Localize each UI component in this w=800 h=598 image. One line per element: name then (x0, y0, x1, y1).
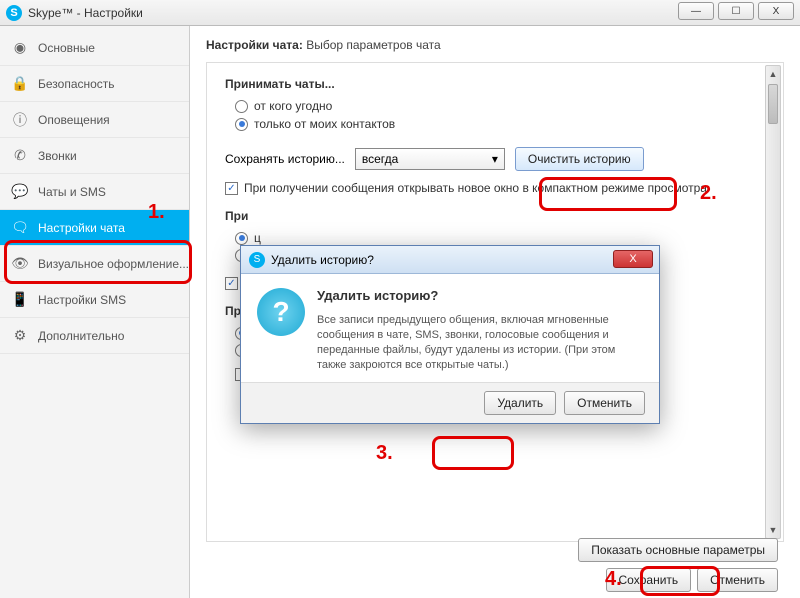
checkbox-icon[interactable] (225, 277, 238, 290)
sidebar-item-calls[interactable]: ✆ Звонки (0, 138, 189, 174)
sidebar-item-notifications[interactable]: ⓘ Оповещения (0, 102, 189, 138)
chat-icon: 💬 (12, 184, 28, 200)
skype-logo-icon: S (6, 5, 22, 21)
sidebar-item-label: Визуальное оформление... (38, 257, 189, 271)
checkbox-icon[interactable] (225, 182, 238, 195)
confirm-delete-dialog: S Удалить историю? X ? Удалить историю? … (240, 245, 660, 424)
compact-mode-label: При получении сообщения открывать новое … (244, 181, 707, 195)
history-dropdown[interactable]: всегда ▾ (355, 148, 505, 170)
radio-icon (235, 232, 248, 245)
scroll-thumb[interactable] (768, 84, 778, 124)
partial-option-1[interactable]: ц (235, 231, 765, 245)
dialog-title: Удалить историю? (271, 253, 374, 267)
title-bar: S Skype™ - Настройки — ☐ X (0, 0, 800, 26)
gear-icon: ⚙ (12, 328, 28, 344)
sidebar-item-label: Оповещения (38, 113, 110, 127)
lock-icon: 🔒 (12, 76, 28, 92)
sidebar: ◉ Основные 🔒 Безопасность ⓘ Оповещения ✆… (0, 26, 190, 598)
dropdown-value: всегда (362, 152, 398, 166)
option-label: только от моих контактов (254, 117, 395, 131)
sidebar-item-label: Настройки чата (38, 221, 125, 235)
dialog-delete-button[interactable]: Удалить (484, 391, 556, 415)
maximize-button[interactable]: ☐ (718, 2, 754, 20)
save-button[interactable]: Сохранить (606, 568, 692, 592)
sidebar-item-security[interactable]: 🔒 Безопасность (0, 66, 189, 102)
accept-contacts-option[interactable]: только от моих контактов (235, 117, 765, 131)
page-title: Настройки чата: Выбор параметров чата (206, 38, 784, 52)
show-basic-params-button[interactable]: Показать основные параметры (578, 538, 778, 562)
scroll-up-icon[interactable]: ▲ (766, 66, 780, 82)
speech-icon: 🗨 (12, 220, 28, 236)
phone-sms-icon: 📱 (12, 292, 28, 308)
sidebar-item-general[interactable]: ◉ Основные (0, 30, 189, 66)
sidebar-item-label: Основные (38, 41, 95, 55)
scroll-down-icon[interactable]: ▼ (766, 522, 780, 538)
dialog-cancel-button[interactable]: Отменить (564, 391, 645, 415)
dialog-title-bar[interactable]: S Удалить историю? X (241, 246, 659, 274)
dialog-heading: Удалить историю? (317, 288, 643, 303)
eye-icon: 👁 (12, 256, 28, 272)
sidebar-item-label: Чаты и SMS (38, 185, 106, 199)
option-label: от кого угодно (254, 99, 332, 113)
option-label: ц (254, 231, 261, 245)
skype-logo-icon: S (249, 252, 265, 268)
section-label: При (225, 209, 765, 223)
info-icon: ⓘ (12, 112, 28, 128)
sidebar-item-label: Звонки (38, 149, 77, 163)
chevron-down-icon: ▾ (492, 152, 498, 166)
sidebar-item-appearance[interactable]: 👁 Визуальное оформление... (0, 246, 189, 282)
minimize-button[interactable]: — (678, 2, 714, 20)
sidebar-item-label: Безопасность (38, 77, 115, 91)
sidebar-item-label: Дополнительно (38, 329, 124, 343)
sidebar-item-label: Настройки SMS (38, 293, 126, 307)
sidebar-item-advanced[interactable]: ⚙ Дополнительно (0, 318, 189, 354)
cancel-button[interactable]: Отменить (697, 568, 778, 592)
sidebar-item-sms-settings[interactable]: 📱 Настройки SMS (0, 282, 189, 318)
skype-icon: ◉ (12, 40, 28, 56)
dialog-body-text: Все записи предыдущего общения, включая … (317, 313, 643, 372)
accept-chats-heading: Принимать чаты... (225, 77, 765, 91)
sidebar-item-chat-settings[interactable]: 🗨 Настройки чата (0, 210, 189, 246)
window-title: Skype™ - Настройки (28, 6, 143, 20)
phone-icon: ✆ (12, 148, 28, 164)
clear-history-button[interactable]: Очистить историю (515, 147, 644, 171)
radio-icon (235, 100, 248, 113)
dialog-close-button[interactable]: X (613, 250, 653, 268)
accept-anyone-option[interactable]: от кого угодно (235, 99, 765, 113)
close-button[interactable]: X (758, 2, 794, 20)
scrollbar[interactable]: ▲ ▼ (765, 65, 781, 539)
history-label: Сохранять историю... (225, 152, 345, 166)
radio-icon (235, 118, 248, 131)
sidebar-item-chat-sms[interactable]: 💬 Чаты и SMS (0, 174, 189, 210)
question-icon: ? (257, 288, 305, 336)
